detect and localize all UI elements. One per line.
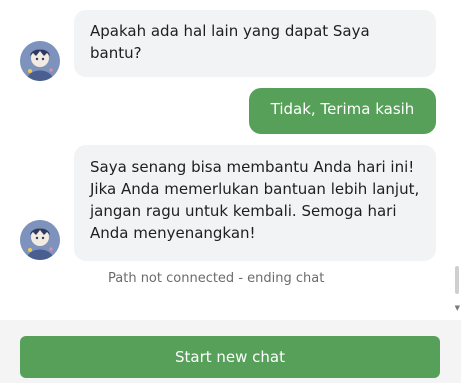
start-new-chat-button[interactable]: Start new chat bbox=[20, 336, 440, 378]
scrollbar[interactable]: ▼ bbox=[453, 0, 461, 320]
bot-message-text: Apakah ada hal lain yang dapat Saya bant… bbox=[90, 22, 370, 62]
chat-status-text: Path not connected - ending chat bbox=[108, 271, 325, 286]
chat-footer: Start new chat bbox=[0, 320, 461, 383]
chat-transcript: Apakah ada hal lain yang dapat Saya bant… bbox=[0, 0, 461, 320]
scrollbar-thumb[interactable] bbox=[455, 266, 459, 294]
bot-message-bubble: Saya senang bisa membantu Anda hari ini!… bbox=[74, 145, 436, 261]
bot-message-text: Saya senang bisa membantu Anda hari ini!… bbox=[90, 158, 420, 242]
scroll-down-arrow-icon[interactable]: ▼ bbox=[455, 304, 460, 312]
bot-avatar-icon bbox=[20, 220, 60, 260]
user-message-bubble: Tidak, Terima kasih bbox=[249, 88, 436, 134]
bot-message-bubble: Apakah ada hal lain yang dapat Saya bant… bbox=[74, 10, 436, 77]
user-message-text: Tidak, Terima kasih bbox=[270, 100, 415, 118]
bot-avatar-icon bbox=[20, 41, 60, 81]
